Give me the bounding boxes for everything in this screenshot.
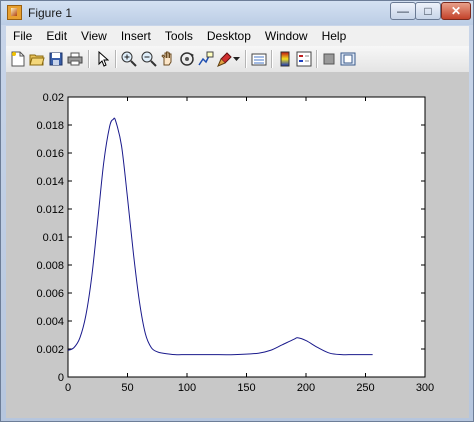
close-button[interactable]: ✕ (441, 2, 471, 20)
show-plot-tools-icon[interactable] (339, 50, 357, 68)
menu-tools[interactable]: Tools (158, 29, 200, 43)
legend-icon[interactable] (295, 50, 313, 68)
open-file-icon[interactable] (28, 50, 46, 68)
minimize-button[interactable]: — (390, 2, 416, 20)
toolbar-separator (245, 50, 247, 68)
y-tick-label: 0.018 (36, 120, 64, 132)
hide-plot-tools-icon[interactable] (320, 50, 338, 68)
menu-desktop[interactable]: Desktop (200, 29, 258, 43)
figure-window: Figure 1 — □ ✕ File Edit View Insert Too… (0, 0, 474, 422)
y-tick-label: 0.008 (36, 260, 64, 272)
toolbar-separator (271, 50, 273, 68)
menu-file[interactable]: File (6, 29, 39, 43)
plot-axes[interactable]: 0 50 100 150 200 250 300 0 0.002 0.004 0.006 0.008 0… (6, 73, 469, 418)
zoom-out-icon[interactable] (140, 50, 158, 68)
axes-box (67, 96, 426, 378)
menu-bar: File Edit View Insert Tools Desktop Wind… (6, 26, 469, 46)
brush-dropdown-icon[interactable] (231, 50, 241, 68)
y-tick-label: 0.004 (36, 316, 64, 328)
y-tick-label: 0 (58, 372, 64, 384)
y-tick-label: 0.012 (36, 204, 64, 216)
menu-help[interactable]: Help (315, 29, 354, 43)
print-icon[interactable] (66, 50, 84, 68)
matlab-logo-icon (7, 5, 22, 20)
y-tick-label: 0.002 (36, 344, 64, 356)
colorbar-icon[interactable] (276, 50, 294, 68)
y-tick-label: 0.01 (43, 232, 64, 244)
save-icon[interactable] (47, 50, 65, 68)
x-tick-label: 200 (297, 382, 315, 394)
new-figure-icon[interactable] (9, 50, 27, 68)
y-tick-label: 0.014 (36, 176, 64, 188)
menu-view[interactable]: View (74, 29, 114, 43)
link-plot-icon[interactable] (250, 50, 268, 68)
figure-canvas: 0 50 100 150 200 250 300 0 0.002 0.004 0.006 0.008 0… (6, 73, 469, 418)
menu-edit[interactable]: Edit (39, 29, 74, 43)
toolbar-separator (316, 50, 318, 68)
y-tick-label: 0.02 (43, 92, 64, 104)
pan-icon[interactable] (159, 50, 177, 68)
y-tick-label: 0.006 (36, 288, 64, 300)
window-title: Figure 1 (28, 6, 73, 20)
title-bar[interactable]: Figure 1 — □ ✕ (1, 1, 473, 25)
rotate-3d-icon[interactable] (178, 50, 196, 68)
x-tick-label: 0 (65, 382, 71, 394)
x-tick-label: 50 (121, 382, 133, 394)
toolbar-separator (115, 50, 117, 68)
x-tick-label: 100 (178, 382, 196, 394)
toolbar-separator (88, 50, 90, 68)
x-tick-label: 300 (416, 382, 434, 394)
x-tick-label: 250 (356, 382, 374, 394)
maximize-button[interactable]: □ (415, 2, 441, 20)
zoom-in-icon[interactable] (120, 50, 138, 68)
x-tick-label: 150 (237, 382, 255, 394)
menu-insert[interactable]: Insert (114, 29, 158, 43)
pointer-icon[interactable] (94, 50, 112, 68)
y-tick-label: 0.016 (36, 148, 64, 160)
figure-toolbar (6, 46, 469, 73)
data-cursor-icon[interactable] (197, 50, 215, 68)
menu-window[interactable]: Window (258, 29, 315, 43)
